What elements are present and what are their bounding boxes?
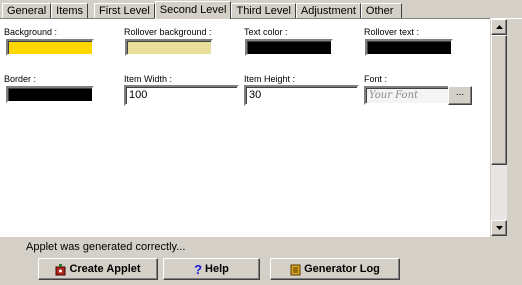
rollover-text-color-swatch[interactable] xyxy=(365,39,453,56)
create-applet-button[interactable]: Create Applet xyxy=(38,258,158,280)
tab-items[interactable]: Items xyxy=(51,3,89,19)
border-color-swatch[interactable] xyxy=(6,86,94,103)
tab-strip: General Items First Level Second Level T… xyxy=(2,1,403,19)
background-label: Background : xyxy=(4,27,58,37)
tab-second-level[interactable]: Second Level xyxy=(154,1,232,19)
text-color-swatch[interactable] xyxy=(245,39,333,56)
border-label: Border : xyxy=(4,74,37,84)
item-height-input[interactable] xyxy=(244,85,359,106)
help-button[interactable]: ? Help xyxy=(163,258,260,280)
rollover-background-label: Rollover background : xyxy=(124,27,212,37)
log-icon xyxy=(290,264,301,275)
tab-first-level[interactable]: First Level xyxy=(94,3,155,19)
scroll-up-button[interactable] xyxy=(491,19,507,35)
applet-icon xyxy=(55,263,66,275)
scroll-down-button[interactable] xyxy=(491,220,507,236)
settings-panel: Background : Rollover background : Text … xyxy=(0,18,490,237)
font-field: Your Font xyxy=(364,86,451,105)
arrow-down-icon xyxy=(495,226,503,230)
tab-third-level[interactable]: Third Level xyxy=(231,3,296,19)
generator-log-label: Generator Log xyxy=(304,263,380,275)
text-color-label: Text color : xyxy=(244,27,288,37)
tab-adjustment[interactable]: Adjustment xyxy=(295,3,361,19)
scroll-thumb[interactable] xyxy=(491,35,507,165)
arrow-up-icon xyxy=(495,25,503,29)
rollover-background-color-swatch[interactable] xyxy=(125,39,213,56)
generator-log-button[interactable]: Generator Log xyxy=(270,258,400,280)
rollover-text-label: Rollover text : xyxy=(364,27,420,37)
font-browse-button[interactable]: ... xyxy=(448,86,472,105)
tab-general[interactable]: General xyxy=(2,3,52,19)
help-icon: ? xyxy=(194,261,203,277)
status-text: Applet was generated correctly... xyxy=(26,241,186,253)
vertical-scrollbar[interactable] xyxy=(491,19,507,236)
font-label: Font : xyxy=(364,74,388,84)
item-width-input[interactable] xyxy=(124,85,239,106)
tab-other[interactable]: Other xyxy=(360,3,403,19)
create-applet-label: Create Applet xyxy=(69,263,141,275)
item-height-label: Item Height : xyxy=(244,74,296,84)
item-width-label: Item Width : xyxy=(124,74,173,84)
background-color-swatch[interactable] xyxy=(6,39,94,56)
help-label: Help xyxy=(205,263,229,275)
